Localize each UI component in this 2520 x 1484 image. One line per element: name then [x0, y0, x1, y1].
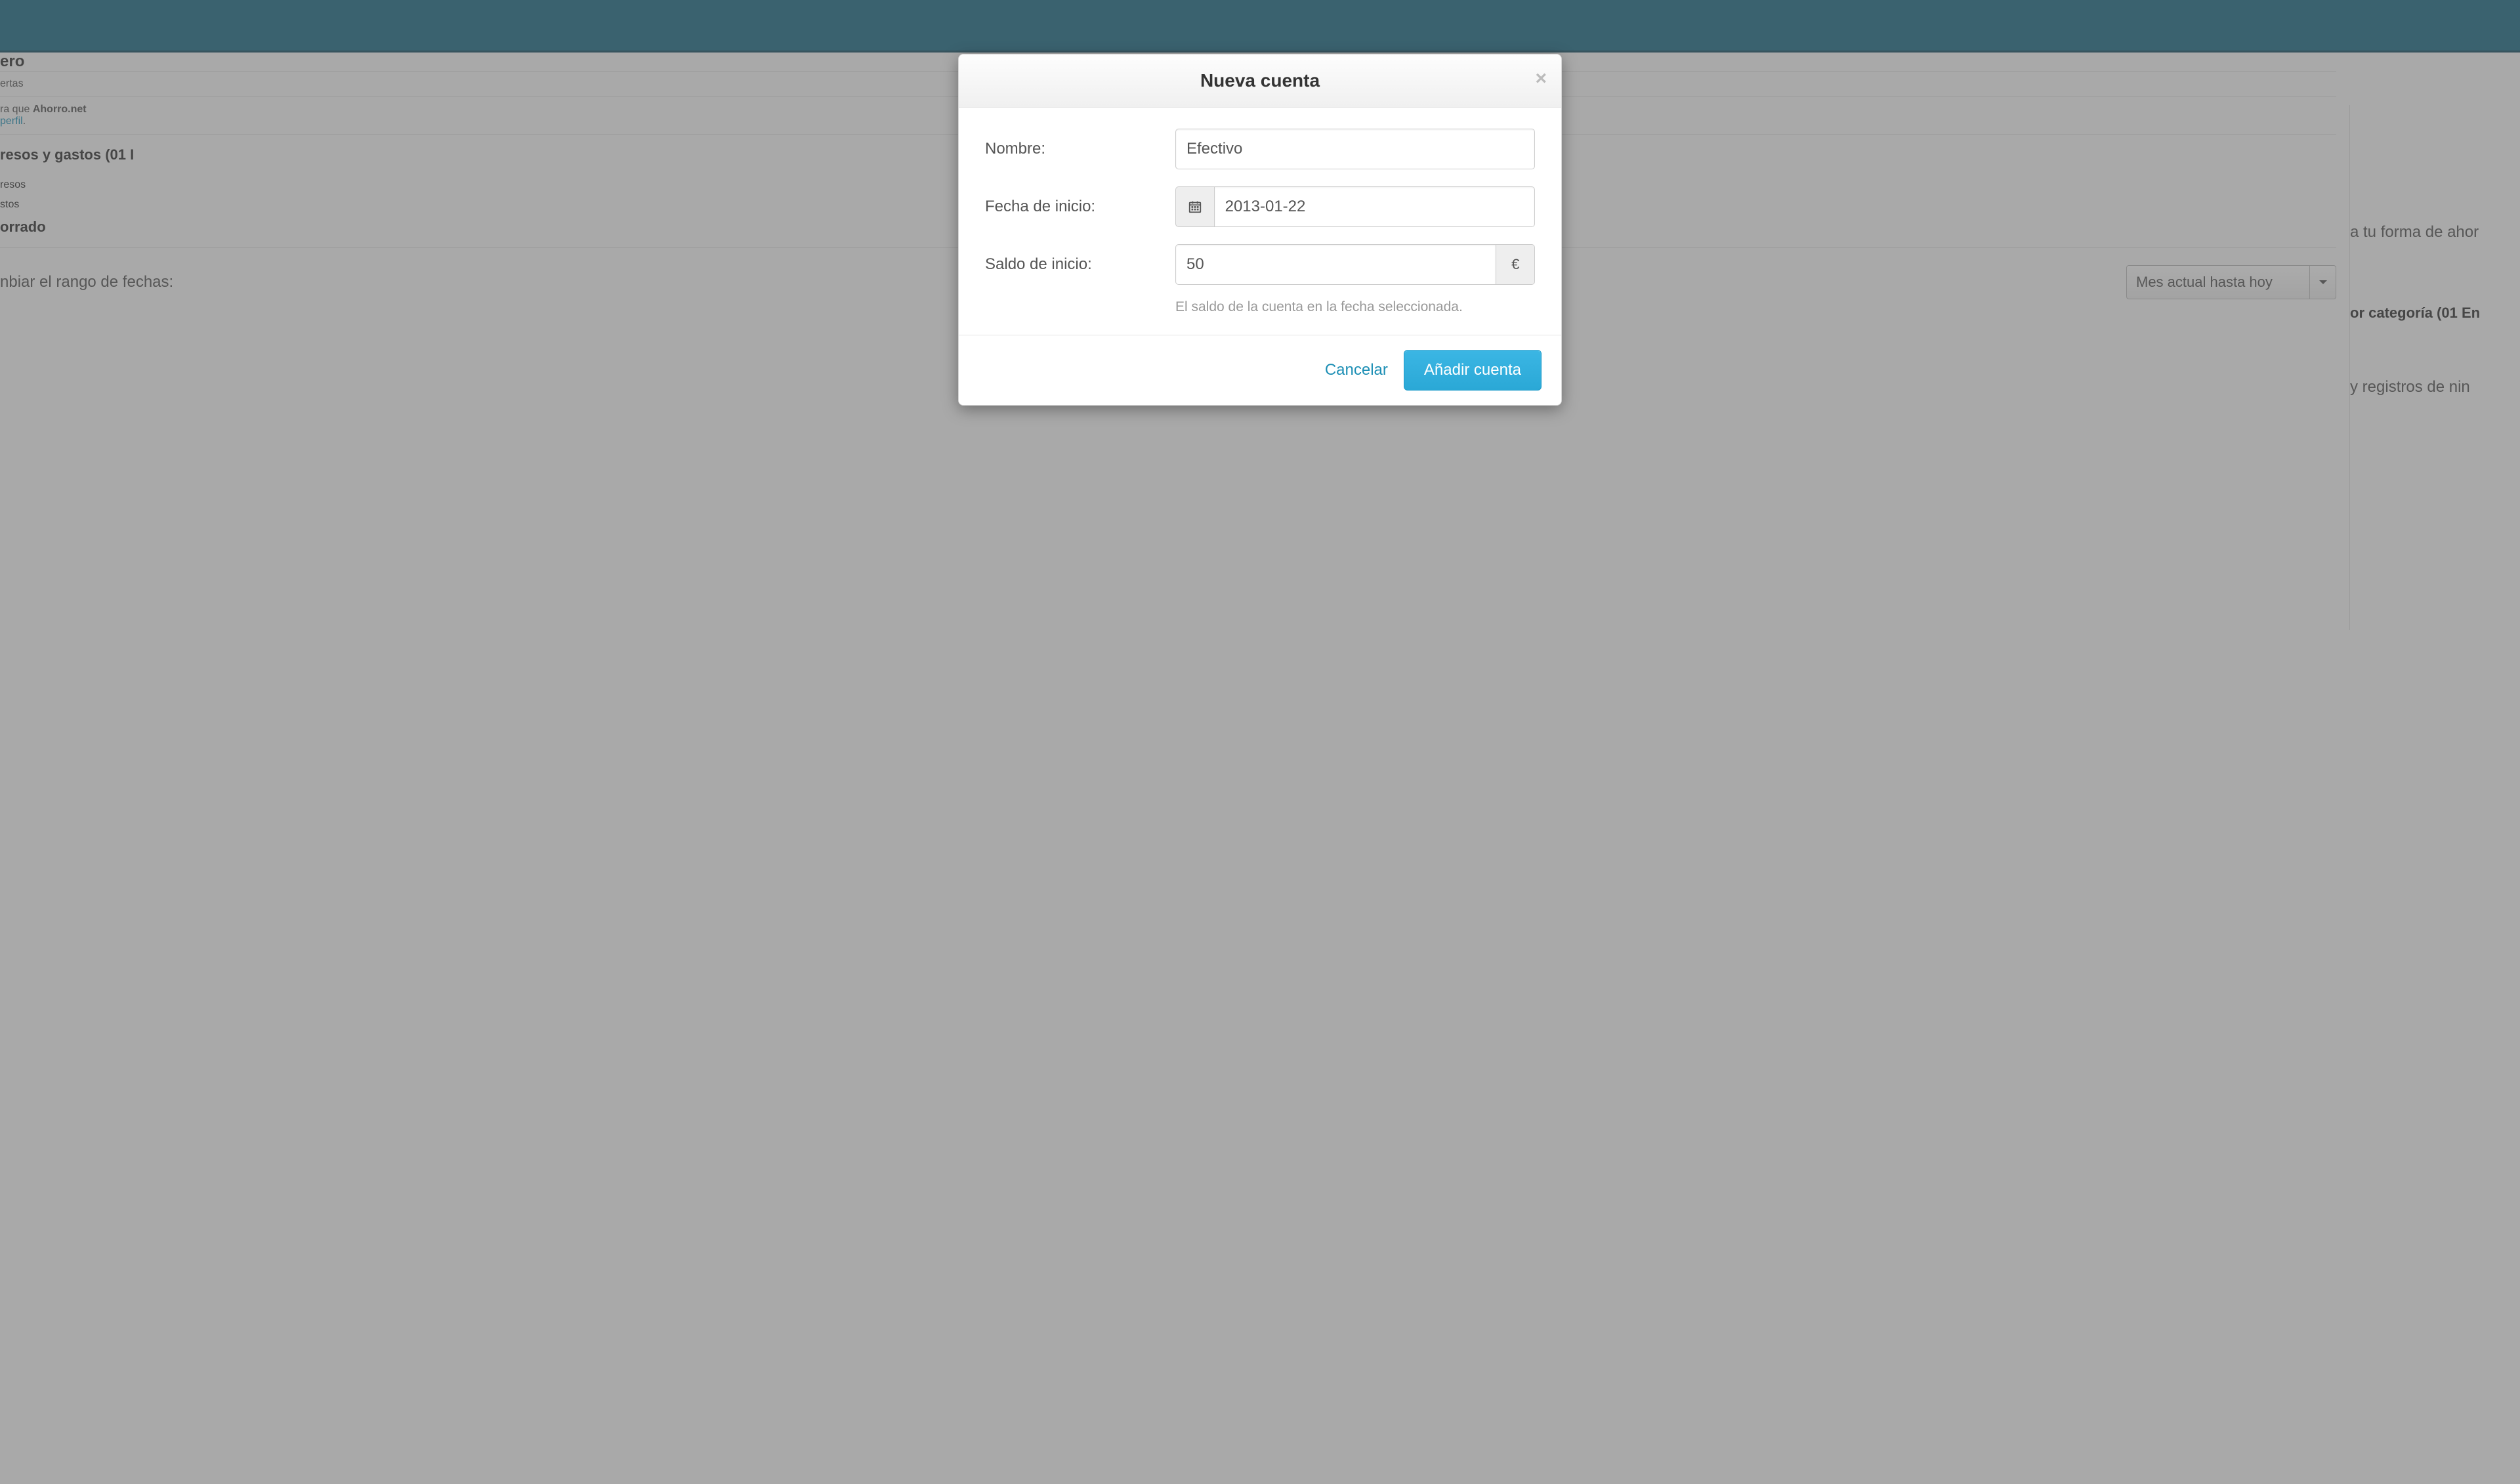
form-row-fecha: Fecha de inicio: [985, 186, 1535, 227]
submit-button[interactable]: Añadir cuenta [1404, 350, 1542, 391]
input-fecha[interactable] [1214, 186, 1535, 227]
form-row-saldo: Saldo de inicio: € [985, 244, 1535, 285]
form-row-nombre: Nombre: [985, 129, 1535, 169]
input-nombre[interactable] [1175, 129, 1535, 169]
modal-body: Nombre: Fecha de inicio: [959, 108, 1561, 335]
new-account-modal: Nueva cuenta × Nombre: Fecha de inicio: [958, 54, 1562, 406]
input-saldo[interactable] [1175, 244, 1496, 285]
help-text: El saldo de la cuenta en la fecha selecc… [1175, 299, 1535, 315]
label-fecha: Fecha de inicio: [985, 198, 1175, 216]
close-icon[interactable]: × [1535, 69, 1547, 89]
modal-footer: Cancelar Añadir cuenta [959, 335, 1561, 405]
label-saldo: Saldo de inicio: [985, 255, 1175, 274]
modal-title: Nueva cuenta [978, 70, 1542, 91]
cancel-button[interactable]: Cancelar [1325, 361, 1388, 379]
calendar-icon[interactable] [1175, 186, 1214, 227]
modal-header: Nueva cuenta × [959, 54, 1561, 108]
label-nombre: Nombre: [985, 140, 1175, 158]
currency-addon: € [1496, 244, 1535, 285]
